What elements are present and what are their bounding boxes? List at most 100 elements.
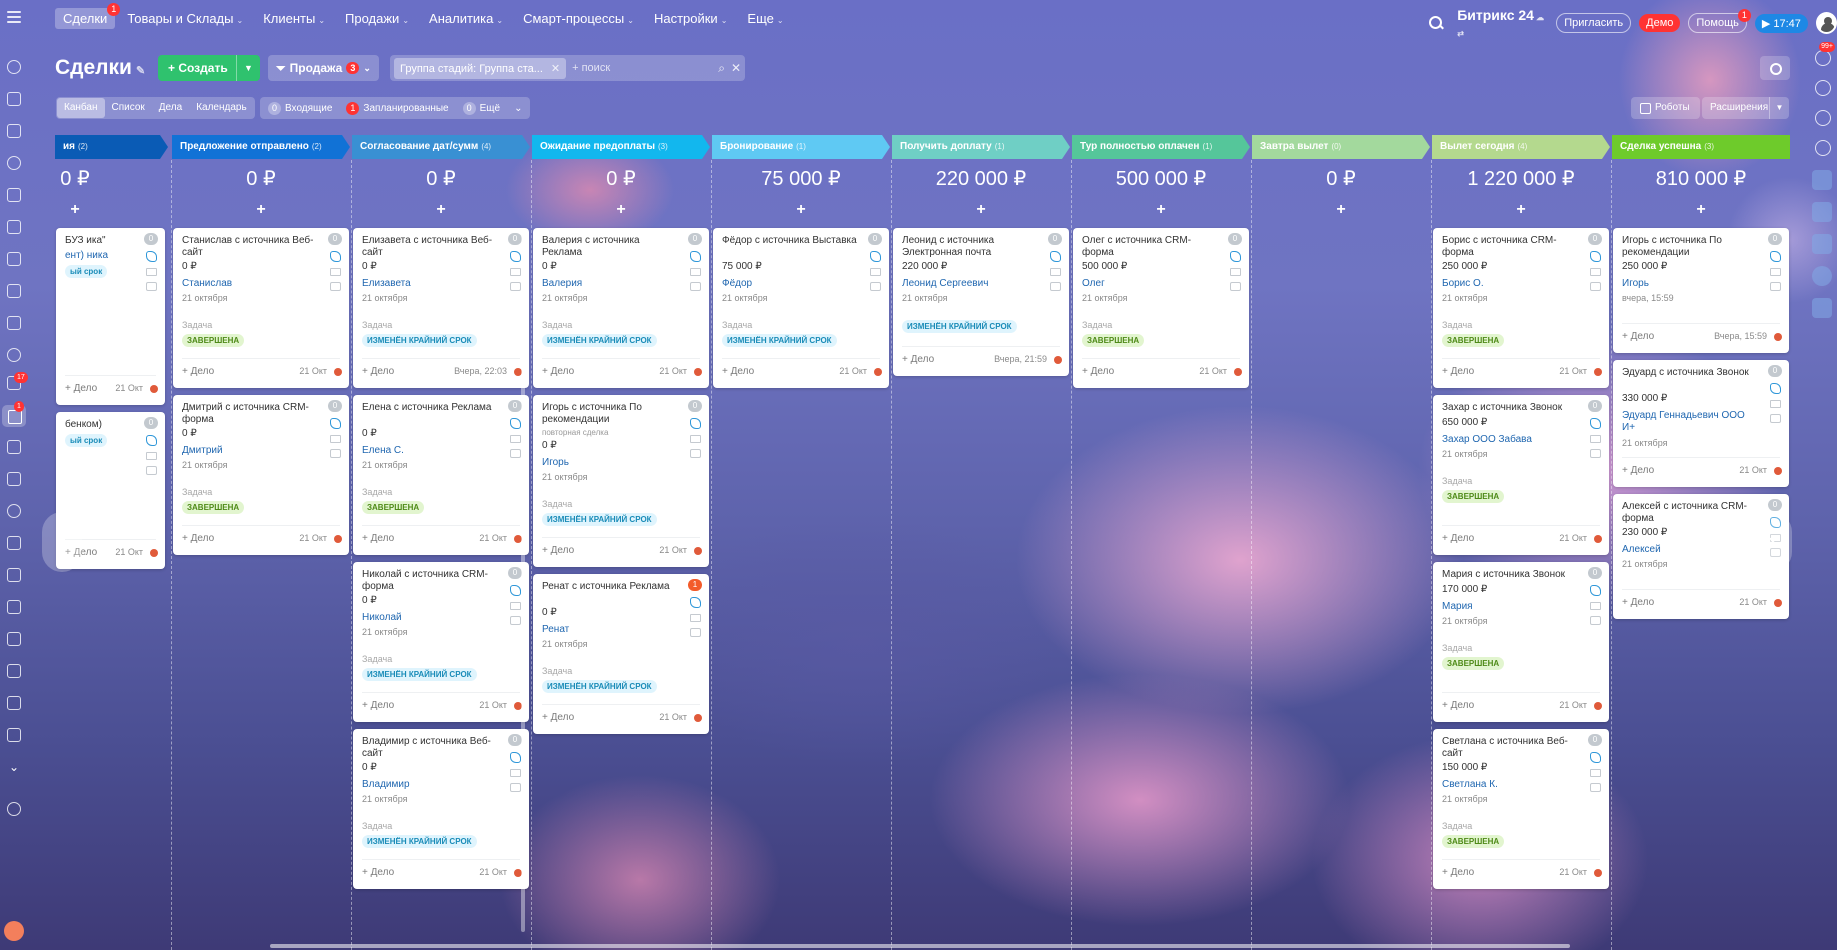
counter-0[interactable]: 0 Входящие bbox=[268, 101, 332, 115]
deal-card[interactable]: Валерия с источника Реклама 0 ₽ Валерия 21 … bbox=[533, 228, 709, 388]
mail-icon[interactable] bbox=[689, 268, 701, 276]
deal-title[interactable]: Светлана с источника Веб-сайт bbox=[1442, 736, 1582, 760]
create-button[interactable]: + Создать ▼ bbox=[158, 55, 260, 81]
app-icon-3[interactable] bbox=[1812, 234, 1832, 254]
deal-card[interactable]: Эдуард с источника Звонок 330 000 ₽ Эдуард… bbox=[1613, 360, 1789, 487]
deal-title[interactable]: Олег с источника CRM-форма bbox=[1082, 235, 1222, 259]
timeman-button[interactable]: ▶ 17:47 bbox=[1754, 13, 1808, 33]
deal-client[interactable]: Олег bbox=[1082, 278, 1218, 290]
responsible-avatar[interactable] bbox=[874, 368, 882, 376]
stage-header-1[interactable]: Предложение отправлено (2) bbox=[172, 135, 350, 159]
mail-icon[interactable] bbox=[1589, 769, 1601, 777]
notifications-icon[interactable] bbox=[1815, 50, 1831, 66]
responsible-avatar[interactable] bbox=[1594, 702, 1602, 710]
brand-logo[interactable]: Битрикс 24 ☁ ⇄ bbox=[1457, 7, 1548, 39]
deal-client[interactable]: Владимир bbox=[362, 779, 498, 791]
phone-icon[interactable] bbox=[329, 251, 341, 262]
mail-icon[interactable] bbox=[1769, 400, 1781, 408]
stage-header-6[interactable]: Тур полностью оплачен (1) bbox=[1072, 135, 1250, 159]
disk-icon[interactable] bbox=[7, 156, 21, 170]
phone-icon[interactable] bbox=[509, 418, 521, 429]
deal-client[interactable]: Ренат bbox=[542, 624, 678, 636]
add-deal-plus-icon[interactable]: + bbox=[1432, 201, 1610, 219]
add-deal-plus-icon[interactable]: + bbox=[1252, 201, 1430, 219]
menu-item-4[interactable]: Аналитика ⌄ bbox=[421, 8, 511, 29]
add-activity-button[interactable]: + Дело bbox=[1442, 533, 1474, 544]
stage-header-3[interactable]: Ожидание предоплаты (3) bbox=[532, 135, 710, 159]
chat-icon[interactable] bbox=[869, 282, 881, 291]
add-activity-button[interactable]: + Дело bbox=[1082, 366, 1114, 377]
deal-title[interactable]: Игорь с источника По рекомендации bbox=[1622, 235, 1762, 259]
pin-icon[interactable]: ✎ bbox=[136, 65, 145, 77]
deal-title[interactable]: Валерия с источника Реклама bbox=[542, 235, 682, 259]
counter-1[interactable]: 1 Запланированные bbox=[346, 101, 449, 115]
tab-view-3[interactable]: Календарь bbox=[189, 98, 253, 118]
phone-icon[interactable] bbox=[1769, 251, 1781, 262]
add-deal-plus-icon[interactable]: + bbox=[45, 201, 105, 219]
deal-client[interactable]: Дмитрий bbox=[182, 445, 318, 457]
deal-client[interactable]: Борис О. bbox=[1442, 278, 1578, 290]
deal-card[interactable]: Игорь с источника По рекомендации 250 000… bbox=[1613, 228, 1789, 353]
deal-card[interactable]: Игорь с источника По рекомендации повторн… bbox=[533, 395, 709, 567]
phone-icon[interactable] bbox=[329, 418, 341, 429]
add-deal-plus-icon[interactable]: + bbox=[172, 201, 350, 219]
chevron-down-icon[interactable]: ▼ bbox=[1769, 97, 1789, 119]
menu-item-6[interactable]: Настройки ⌄ bbox=[646, 8, 735, 29]
settings-gear-icon[interactable] bbox=[1760, 56, 1790, 80]
cart-icon[interactable] bbox=[7, 536, 21, 550]
phone-icon[interactable] bbox=[689, 597, 701, 608]
documents-icon[interactable] bbox=[7, 124, 21, 138]
menu-item-2[interactable]: Клиенты ⌄ bbox=[255, 8, 333, 29]
deal-card[interactable]: Леонид с источника Электронная почта 220 … bbox=[893, 228, 1069, 376]
deal-client[interactable]: Захар ООО Забава bbox=[1442, 434, 1578, 446]
phone-icon[interactable] bbox=[1589, 418, 1601, 429]
responsible-avatar[interactable] bbox=[694, 714, 702, 722]
deal-title[interactable]: Елизавета с источника Веб-сайт bbox=[362, 235, 502, 259]
phone-icon[interactable] bbox=[1049, 251, 1061, 262]
deal-title[interactable]: Фёдор с источника Выставка bbox=[722, 235, 862, 247]
deal-title[interactable]: Николай с источника CRM-форма bbox=[362, 569, 502, 593]
mail-icon[interactable] bbox=[509, 602, 521, 610]
create-dropdown-icon[interactable]: ▼ bbox=[236, 55, 260, 81]
terminal-icon[interactable] bbox=[7, 664, 21, 678]
chat-icon[interactable] bbox=[1229, 282, 1241, 291]
deal-title[interactable]: Ренат с источника Реклама bbox=[542, 581, 682, 593]
deal-title[interactable]: Борис с источника CRM-форма bbox=[1442, 235, 1582, 259]
contacts-icon[interactable] bbox=[7, 348, 21, 362]
add-activity-button[interactable]: + Дело bbox=[722, 366, 754, 377]
phone-icon[interactable] bbox=[689, 251, 701, 262]
robots-button[interactable]: Роботы bbox=[1631, 97, 1700, 119]
chat-icon[interactable] bbox=[689, 628, 701, 637]
stage-header-0[interactable]: ия (2) bbox=[55, 135, 168, 159]
add-activity-button[interactable]: + Дело bbox=[362, 867, 394, 878]
add-activity-button[interactable]: + Дело bbox=[542, 545, 574, 556]
notes-icon[interactable] bbox=[7, 220, 21, 234]
user-avatar[interactable] bbox=[1815, 12, 1837, 34]
chat-icon[interactable] bbox=[145, 282, 157, 291]
deal-card[interactable]: Олег с источника CRM-форма 500 000 ₽ Олег 2… bbox=[1073, 228, 1249, 388]
responsible-avatar[interactable] bbox=[1594, 368, 1602, 376]
chat-icon[interactable] bbox=[509, 616, 521, 625]
responsible-avatar[interactable] bbox=[1774, 333, 1782, 341]
deal-title[interactable]: Станислав с источника Веб-сайт bbox=[182, 235, 322, 259]
chat-icon[interactable] bbox=[1769, 282, 1781, 291]
responsible-avatar[interactable] bbox=[150, 385, 158, 393]
chevron-down-icon[interactable]: ⌄ bbox=[514, 103, 522, 114]
deal-title[interactable]: Елена с источника Реклама bbox=[362, 402, 502, 414]
deal-client[interactable]: Фёдор bbox=[722, 278, 858, 290]
chip-close-icon[interactable]: ✕ bbox=[551, 63, 560, 75]
add-activity-button[interactable]: + Дело bbox=[362, 366, 394, 377]
deal-title[interactable]: Захар с источника Звонок bbox=[1442, 402, 1582, 414]
demo-button[interactable]: Демо bbox=[1639, 14, 1681, 32]
deal-title[interactable]: Дмитрий с источника CRM-форма bbox=[182, 402, 322, 426]
feed-icon[interactable] bbox=[7, 60, 21, 74]
add-activity-button[interactable]: + Дело bbox=[542, 366, 574, 377]
tab-view-1[interactable]: Список bbox=[105, 98, 152, 118]
add-activity-button[interactable]: + Дело bbox=[542, 712, 574, 723]
mail-icon[interactable] bbox=[509, 769, 521, 777]
mail-icon[interactable] bbox=[1769, 268, 1781, 276]
deal-client[interactable]: Станислав bbox=[182, 278, 318, 290]
stage-header-8[interactable]: Вылет сегодня (4) bbox=[1432, 135, 1610, 159]
pipeline-selector[interactable]: ⏷ Продажа 3 ⌄ bbox=[268, 55, 379, 81]
add-activity-button[interactable]: + Дело bbox=[1442, 700, 1474, 711]
